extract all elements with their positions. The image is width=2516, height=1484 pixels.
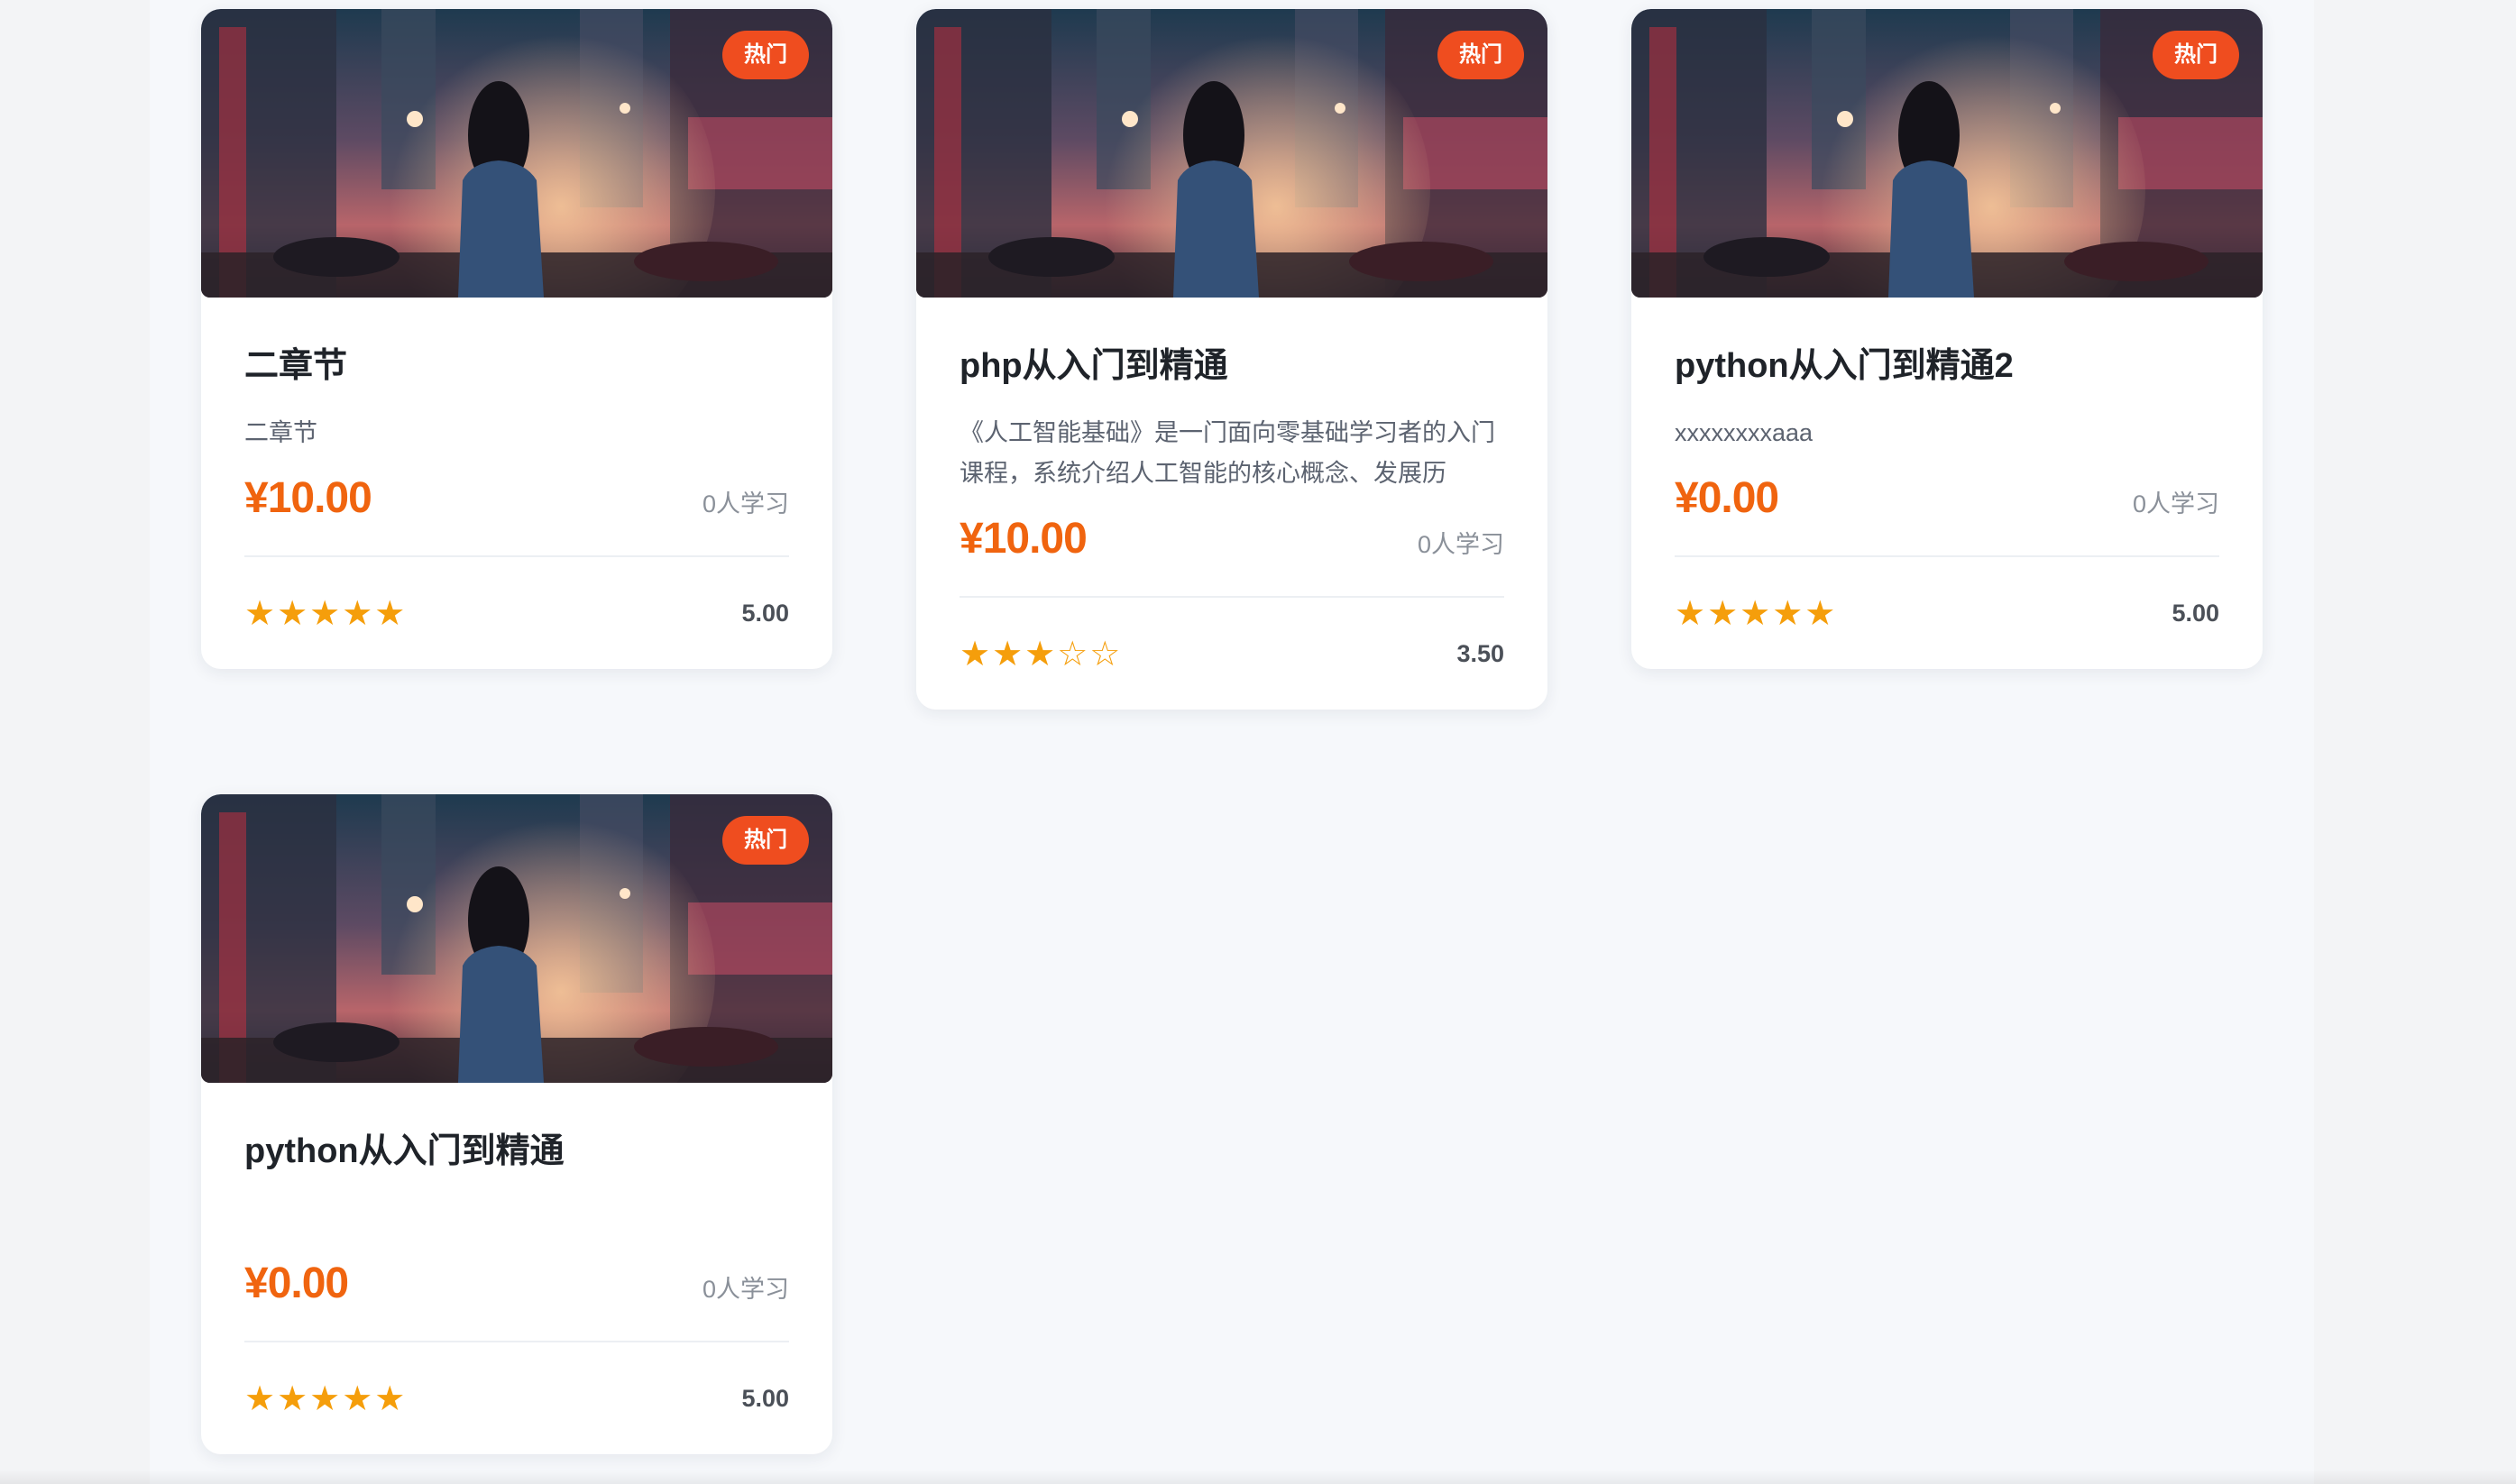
course-description: xxxxxxxxaaa <box>1675 419 1814 446</box>
course-thumbnail[interactable]: 热门 <box>1631 9 2263 298</box>
course-title[interactable]: php从入门到精通 <box>960 346 1504 386</box>
student-count: 0人学习 <box>702 1276 789 1303</box>
student-count: 0人学习 <box>1417 531 1504 558</box>
course-title[interactable]: python从入门到精通 <box>244 1131 789 1171</box>
course-title[interactable]: 二章节 <box>244 346 789 386</box>
hot-badge: 热门 <box>722 31 809 79</box>
star-rating-icon: ★★★★★ <box>244 1379 408 1418</box>
course-price: ¥0.00 <box>1675 474 1779 522</box>
student-count: 0人学习 <box>2132 490 2219 518</box>
bottom-shadow <box>0 1470 2516 1484</box>
rating-score: 3.50 <box>1456 639 1504 667</box>
course-thumbnail[interactable]: 热门 <box>201 9 832 298</box>
star-rating-icon: ★★★★★ <box>1675 593 1838 633</box>
page: 热门 二章节 二章节 ¥10.00 0人学习 ★★★★★ 5.00 热门 php… <box>0 0 2516 1484</box>
star-rating-icon: ★★★☆☆ <box>960 634 1123 673</box>
hot-badge: 热门 <box>722 816 809 865</box>
course-card[interactable]: 热门 python从入门到精通 ¥0.00 0人学习 ★★★★★ 5.00 <box>201 794 832 1454</box>
course-price: ¥10.00 <box>244 474 372 522</box>
rating-score: 5.00 <box>741 599 789 627</box>
course-card[interactable]: 热门 二章节 二章节 ¥10.00 0人学习 ★★★★★ 5.00 <box>201 9 832 669</box>
course-card[interactable]: 热门 python从入门到精通2 xxxxxxxxaaa ¥0.00 0人学习 … <box>1631 9 2263 669</box>
course-thumbnail[interactable]: 热门 <box>201 794 832 1083</box>
course-price: ¥0.00 <box>244 1260 349 1307</box>
hot-badge: 热门 <box>1437 31 1524 79</box>
course-description: 二章节 <box>244 419 317 446</box>
rating-score: 5.00 <box>741 1384 789 1412</box>
course-description: 《人工智能基础》是一门面向零基础学习者的入门课程，系统介绍人工智能的核心概念、发… <box>960 419 1495 487</box>
course-card[interactable]: 热门 php从入门到精通 《人工智能基础》是一门面向零基础学习者的入门课程，系统… <box>916 9 1547 710</box>
course-list-area: 热门 二章节 二章节 ¥10.00 0人学习 ★★★★★ 5.00 热门 php… <box>150 0 2314 1484</box>
course-title[interactable]: python从入门到精通2 <box>1675 346 2219 386</box>
course-thumbnail[interactable]: 热门 <box>916 9 1547 298</box>
star-rating-icon: ★★★★★ <box>244 593 408 633</box>
rating-score: 5.00 <box>2172 599 2219 627</box>
hot-badge: 热门 <box>2153 31 2239 79</box>
course-description <box>244 1198 789 1239</box>
student-count: 0人学习 <box>702 490 789 518</box>
course-price: ¥10.00 <box>960 515 1088 563</box>
